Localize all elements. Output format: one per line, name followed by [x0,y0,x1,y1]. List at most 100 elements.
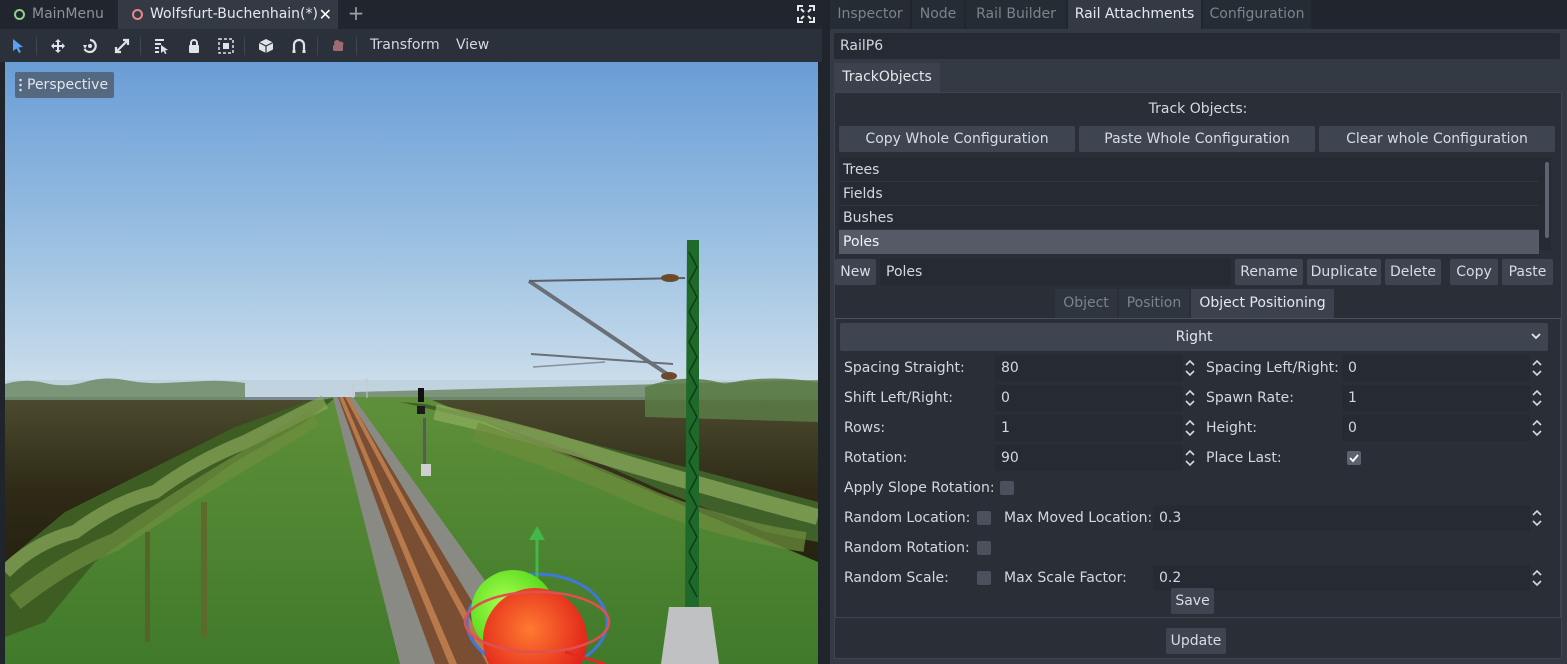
tab-position[interactable]: Position [1119,289,1189,318]
scene-tab-mainmenu[interactable]: MainMenu [0,0,116,29]
shift-lr-label: Shift Left/Right: [844,390,953,406]
copy-whole-config-button[interactable]: Copy Whole Configuration [839,126,1075,152]
dock-tab-bar: Inspector Node Rail Builder Rail Attachm… [830,0,1567,29]
objects-list: Trees Fields Bushes Poles [839,158,1551,254]
max-moved-input[interactable]: 0.3 [1153,505,1530,531]
tab-configuration[interactable]: Configuration [1203,0,1311,29]
checkmark-icon [1349,454,1359,463]
right-dock: Inspector Node Rail Builder Rail Attachm… [830,0,1567,664]
new-object-button[interactable]: New [835,259,876,285]
paste-whole-config-button[interactable]: Paste Whole Configuration [1079,126,1315,152]
fullscreen-icon[interactable] [797,5,815,23]
list-item-selected[interactable]: Poles [839,230,1539,254]
rotate-tool-icon[interactable] [79,35,101,57]
toolbar-separator [317,37,318,55]
random-location-checkbox[interactable] [977,511,991,525]
place-last-label: Place Last: [1206,450,1282,466]
tab-object[interactable]: Object [1055,289,1117,318]
lock-icon[interactable] [183,35,205,57]
toolbar-separator [244,37,245,55]
spinbox-arrows-icon[interactable] [1531,387,1543,409]
viewport-toolbar: Transform View [0,29,822,62]
list-item[interactable]: Trees [839,158,1539,182]
max-scale-label: Max Scale Factor: [1004,570,1127,586]
apply-slope-checkbox[interactable] [1000,481,1014,495]
clear-whole-config-button[interactable]: Clear whole Configuration [1319,126,1555,152]
save-button[interactable]: Save [1171,588,1214,614]
add-tab-icon[interactable]: + [344,2,368,26]
apply-slope-label: Apply Slope Rotation: [844,480,995,496]
scene-tab-label: MainMenu [32,6,104,22]
rotation-label: Rotation: [844,450,908,466]
random-rotation-checkbox[interactable] [977,541,991,555]
spinbox-arrows-icon[interactable] [1531,417,1543,439]
scene-tab-bar: MainMenu Wolfsfurt-Buchenhain(*) ✕ + [0,0,822,29]
camera-preview-icon[interactable] [327,35,349,57]
rows-label: Rows: [844,420,886,436]
perspective-label: Perspective [27,77,109,93]
max-moved-label: Max Moved Location: [1004,510,1153,526]
local-space-icon[interactable] [255,35,277,57]
scene-tab-wolfsfurt[interactable]: Wolfsfurt-Buchenhain(*) ✕ [118,0,338,29]
tab-rail-attachments[interactable]: Rail Attachments [1068,0,1201,29]
spinbox-arrows-icon[interactable] [1531,507,1543,529]
spacing-straight-label: Spacing Straight: [844,360,965,376]
object-name-field[interactable]: Poles [880,259,1231,285]
spacing-lr-input[interactable]: 0 [1342,355,1530,381]
duplicate-button[interactable]: Duplicate [1307,259,1381,285]
toolbar-separator [36,37,37,55]
tab-inspector[interactable]: Inspector [830,0,910,29]
paste-button[interactable]: Paste [1502,259,1553,285]
rows-input[interactable]: 1 [995,415,1183,441]
select-tool-icon[interactable] [7,35,29,57]
delete-button[interactable]: Delete [1385,259,1441,285]
toolbar-separator [140,37,141,55]
spawn-rate-input[interactable]: 1 [1342,385,1530,411]
toolbar-separator [356,37,357,55]
height-input[interactable]: 0 [1342,415,1530,441]
list-select-icon[interactable] [150,35,172,57]
copy-button[interactable]: Copy [1450,259,1498,285]
close-icon[interactable]: ✕ [319,0,332,29]
scene-render [5,62,818,664]
move-tool-icon[interactable] [47,35,69,57]
editor-area: MainMenu Wolfsfurt-Buchenhain(*) ✕ + Tra… [0,0,822,664]
random-scale-label: Random Scale: [844,570,949,586]
list-scrollbar[interactable] [1545,162,1549,238]
spinbox-arrows-icon[interactable] [1184,417,1196,439]
scene-dot-icon [132,9,143,20]
spinbox-arrows-icon[interactable] [1184,387,1196,409]
scene-dot-icon [14,9,25,20]
perspective-menu-button[interactable]: Perspective [15,72,115,98]
random-scale-checkbox[interactable] [977,571,991,585]
tab-rail-builder[interactable]: Rail Builder [966,0,1066,29]
spawn-rate-label: Spawn Rate: [1206,390,1294,406]
rename-button[interactable]: Rename [1235,259,1303,285]
rotation-input[interactable]: 90 [995,445,1183,471]
3d-viewport[interactable]: Perspective [5,62,818,664]
shift-lr-input[interactable]: 0 [995,385,1183,411]
transform-menu[interactable]: Transform [370,29,440,62]
spinbox-arrows-icon[interactable] [1531,357,1543,379]
rail-name-field[interactable]: RailP6 [834,33,1560,59]
view-menu[interactable]: View [456,29,489,62]
list-item[interactable]: Fields [839,182,1539,206]
tab-node[interactable]: Node [912,0,964,29]
track-objects-container: Track Objects: Copy Whole Configuration … [834,92,1562,659]
random-rotation-label: Random Rotation: [844,540,970,556]
height-label: Height: [1206,420,1257,436]
spinbox-arrows-icon[interactable] [1184,357,1196,379]
group-icon[interactable] [215,35,237,57]
update-button[interactable]: Update [1166,628,1226,654]
spinbox-arrows-icon[interactable] [1184,447,1196,469]
scale-tool-icon[interactable] [111,35,133,57]
snap-icon[interactable] [288,35,310,57]
side-select[interactable]: Right [840,323,1548,351]
list-item[interactable]: Bushes [839,206,1539,230]
spinbox-arrows-icon[interactable] [1531,567,1543,589]
section-title: Track Objects: [1148,101,1248,117]
place-last-checkbox[interactable] [1347,451,1361,465]
tab-trackobjects[interactable]: TrackObjects [834,63,940,92]
spacing-straight-input[interactable]: 80 [995,355,1183,381]
tab-object-positioning[interactable]: Object Positioning [1191,289,1334,318]
